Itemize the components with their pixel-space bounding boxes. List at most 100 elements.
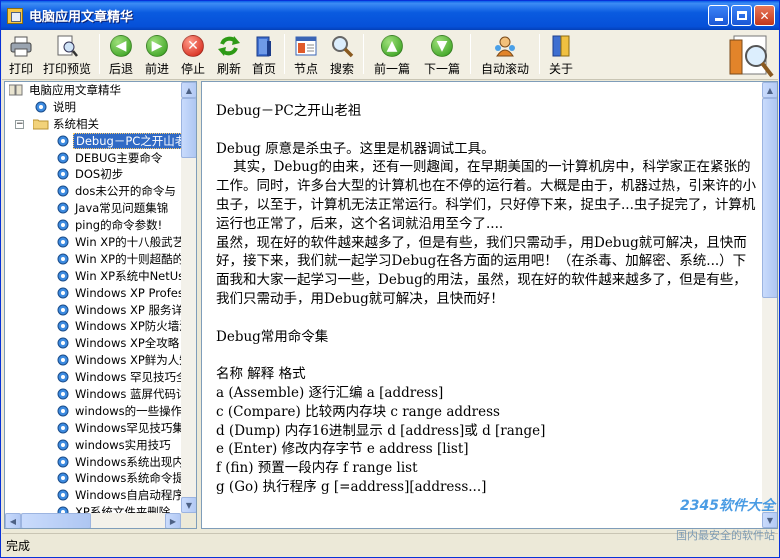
maximize-button[interactable] [731,5,752,26]
minimize-button[interactable] [708,5,729,26]
tree-vertical-scrollbar[interactable]: ▲ ▼ [181,82,196,513]
tree-item-label: Win XP的十则超酷的 [75,251,181,266]
article-icon [57,320,69,332]
article-icon [57,135,69,147]
tree-item-article[interactable]: Windows XP 服务详解 [5,302,181,319]
tree-item-article[interactable]: Win XP的十八般武艺 [5,234,181,251]
back-button[interactable]: ◀ 后退 [103,30,139,78]
search-button[interactable]: 搜索 [324,30,360,78]
article-tree[interactable]: 电脑应用文章精华 说明 − 系统相关 Debug－PC之开山老 DEBUG主要命令… [4,81,197,529]
tree-horizontal-scrollbar[interactable]: ◀ ▶ [5,513,181,528]
tree-item-readme[interactable]: 说明 [5,99,181,116]
toolbar: 打印 打印预览 ◀ 后退 ▶ 前进 ✕ 停止 刷新 首页 节点 搜索 ▲ 前一篇… [2,30,778,80]
scroll-up-button[interactable]: ▲ [181,82,196,98]
scroll-down-button[interactable]: ▼ [181,497,196,513]
tree-folder-system[interactable]: − 系统相关 [5,116,181,133]
article-view[interactable]: Debug－PC之开山老祖 Debug 原意是杀虫子。这里是机器调试工具。 其实… [201,81,778,529]
node-icon [294,34,318,58]
tree-item-article[interactable]: Windows XP全攻略 [5,335,181,352]
tree-item-label: ping的命令参数! [75,218,163,233]
article-icon [57,185,69,197]
tree-item-label: Windows 蓝屏代码详 [75,387,181,402]
tree-item-label: dos未公开的命令与 [75,184,176,199]
book-icon [8,84,23,96]
article-icon [57,405,69,417]
tree-item-article[interactable]: Windows XP防火墙浅 [5,318,181,335]
app-window: 电脑应用文章精华 ✕ 打印 打印预览 ◀ 后退 ▶ 前进 ✕ 停止 刷新 首页 … [0,0,780,558]
tree-root[interactable]: 电脑应用文章精华 [5,82,181,99]
tree-item-article[interactable]: XP系统文件夹删除 [5,504,181,513]
auto-scroll-button[interactable]: 自动滚动 [474,30,536,78]
status-text: 完成 [6,539,31,553]
tree-item-article[interactable]: Win XP系统中NetUse [5,268,181,285]
tree-item-label: Debug－PC之开山老 [73,132,181,149]
tree-item-label: DOS初步 [75,167,124,182]
node-button[interactable]: 节点 [288,30,324,78]
tree-item-article[interactable]: Windows系统出现内 [5,454,181,471]
collapse-toggle[interactable]: − [15,119,24,129]
article-scroll-up-button[interactable]: ▲ [762,82,777,98]
tree-item-label: Windows XP全攻略 [75,336,180,351]
tree-item-article[interactable]: Windows系统命令提 [5,470,181,487]
print-preview-button[interactable]: 打印预览 [38,30,96,78]
up-arrow-icon: ▲ [380,34,404,58]
scroll-right-button[interactable]: ▶ [165,513,181,528]
title-bar[interactable]: 电脑应用文章精华 ✕ [1,1,779,30]
tree-item-label: Win XP系统中NetUse [75,268,181,283]
close-button[interactable]: ✕ [754,5,775,26]
tree-item-label: Java常见问题集锦 [75,201,169,216]
stop-button[interactable]: ✕ 停止 [175,30,211,78]
tree-item-article[interactable]: DEBUG主要命令 [5,150,181,167]
forward-button[interactable]: ▶ 前进 [139,30,175,78]
article-icon [57,354,69,366]
horizontal-scroll-thumb[interactable] [21,513,91,528]
tree-item-article[interactable]: Java常见问题集锦 [5,200,181,217]
home-button[interactable]: 首页 [247,30,281,78]
refresh-button[interactable]: 刷新 [211,30,247,78]
scroll-left-button[interactable]: ◀ [5,513,21,528]
tree-item-label: Windows 罕见技巧全 [75,370,181,385]
tree-item-article[interactable]: ping的命令参数! [5,217,181,234]
article-icon [57,388,69,400]
tree-item-label: windows实用技巧 [75,437,171,452]
command-line: e (Enter) 修改内存字节 e address [list] [216,441,469,458]
about-book-icon [549,34,573,58]
tree-item-article[interactable]: DOS初步 [5,166,181,183]
tree-item-label: windows的一些操作 [75,403,181,418]
tree-item-article[interactable]: Windows 蓝屏代码详 [5,386,181,403]
article-icon [57,422,69,434]
tree-item-article[interactable]: Windows XP鲜为人知 [5,352,181,369]
down-arrow-icon: ▼ [430,34,454,58]
stop-icon: ✕ [181,34,205,58]
command-line: d (Dump) 内存16进制显示 d [address]或 d [range] [216,422,546,439]
article-vertical-scrollbar[interactable]: ▲ ▼ [762,82,777,528]
previous-article-button[interactable]: ▲ 前一篇 [367,30,417,78]
printer-icon [9,34,33,58]
tree-item-article[interactable]: windows实用技巧 [5,437,181,454]
next-article-button[interactable]: ▼ 下一篇 [417,30,467,78]
print-button[interactable]: 打印 [4,30,38,78]
tree-item-label: Windows罕见技巧集 [75,420,181,435]
tree-item-article[interactable]: dos未公开的命令与 [5,183,181,200]
document-icon [35,101,47,113]
article-icon [57,456,69,468]
tree-item-article[interactable]: Windows XP Professi [5,285,181,302]
about-button[interactable]: 关于 [543,30,579,78]
tree-item-label: Windows XP 服务详解 [75,302,181,317]
tree-item-article[interactable]: Windows 罕见技巧全 [5,369,181,386]
tree-item-article[interactable]: Windows自启动程序 [5,487,181,504]
article-scroll-thumb[interactable] [762,98,777,298]
tree-item-article[interactable]: Windows罕见技巧集 [5,420,181,437]
tree-item-article[interactable]: Win XP的十则超酷的 [5,251,181,268]
article-paragraph: Debug 原意是杀虫子。这里是机器调试工具。 [216,140,495,157]
command-table-header: 名称 解释 格式 [216,366,306,383]
section-title: Debug常用命令集 [216,328,329,345]
tree-item-label: XP系统文件夹删除 [75,505,171,513]
search-icon [330,34,354,58]
article-icon [57,472,69,484]
article-icon [57,236,69,248]
tree-item-article[interactable]: Debug－PC之开山老 [5,132,181,150]
tree-item-article[interactable]: windows的一些操作 [5,403,181,420]
back-arrow-icon: ◀ [109,34,133,58]
scroll-thumb[interactable] [181,98,196,158]
